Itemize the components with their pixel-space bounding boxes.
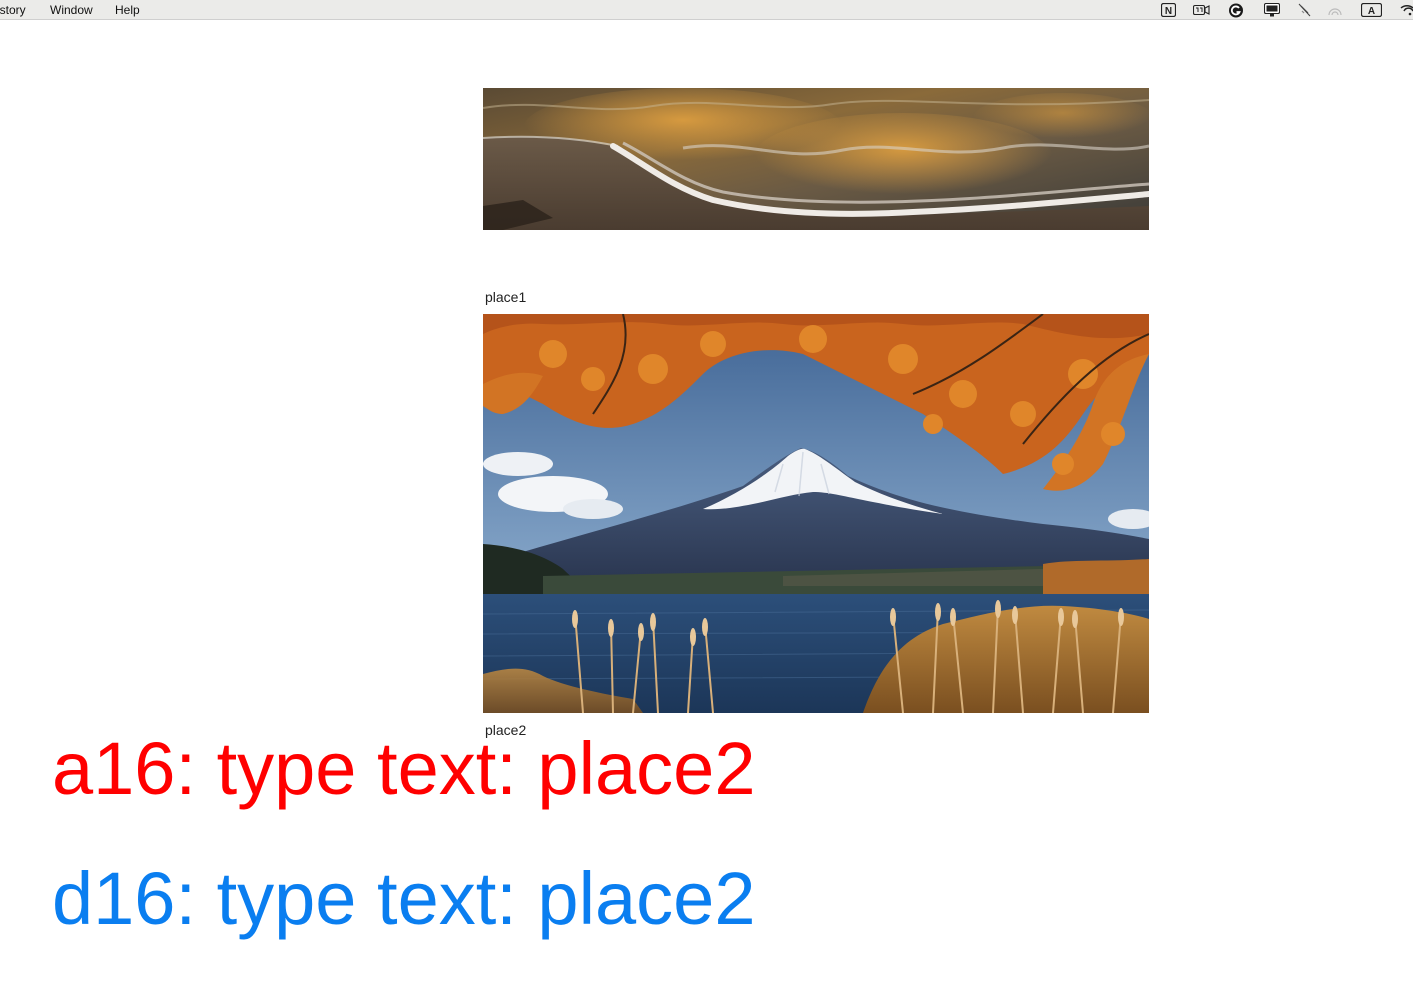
input-source-label: A xyxy=(1368,6,1375,17)
notion-icon[interactable]: N xyxy=(1160,2,1177,22)
airdrop-icon[interactable] xyxy=(1327,3,1343,22)
mute-icon[interactable] xyxy=(1297,3,1312,22)
menu-item-help[interactable]: Help xyxy=(115,3,140,17)
agent-d-action-annotation: d16: type text: place2 xyxy=(52,857,756,940)
notion-icon-label: N xyxy=(1165,6,1172,17)
mount-fuji-autumn-image xyxy=(483,314,1149,713)
screen-record-icon[interactable] xyxy=(1192,3,1210,22)
menu-item-window[interactable]: Window xyxy=(50,3,93,17)
image-caption: place1 xyxy=(485,289,527,305)
waves-on-beach-image xyxy=(483,88,1149,230)
wifi-icon[interactable] xyxy=(1400,3,1413,22)
menu-bar: istory Window Help N A xyxy=(0,0,1413,20)
menu-item-history[interactable]: istory xyxy=(0,3,26,17)
input-source-icon[interactable]: A xyxy=(1360,2,1383,22)
grammarly-icon[interactable] xyxy=(1228,3,1244,23)
display-icon[interactable] xyxy=(1263,2,1281,22)
agent-a-action-annotation: a16: type text: place2 xyxy=(52,727,756,810)
